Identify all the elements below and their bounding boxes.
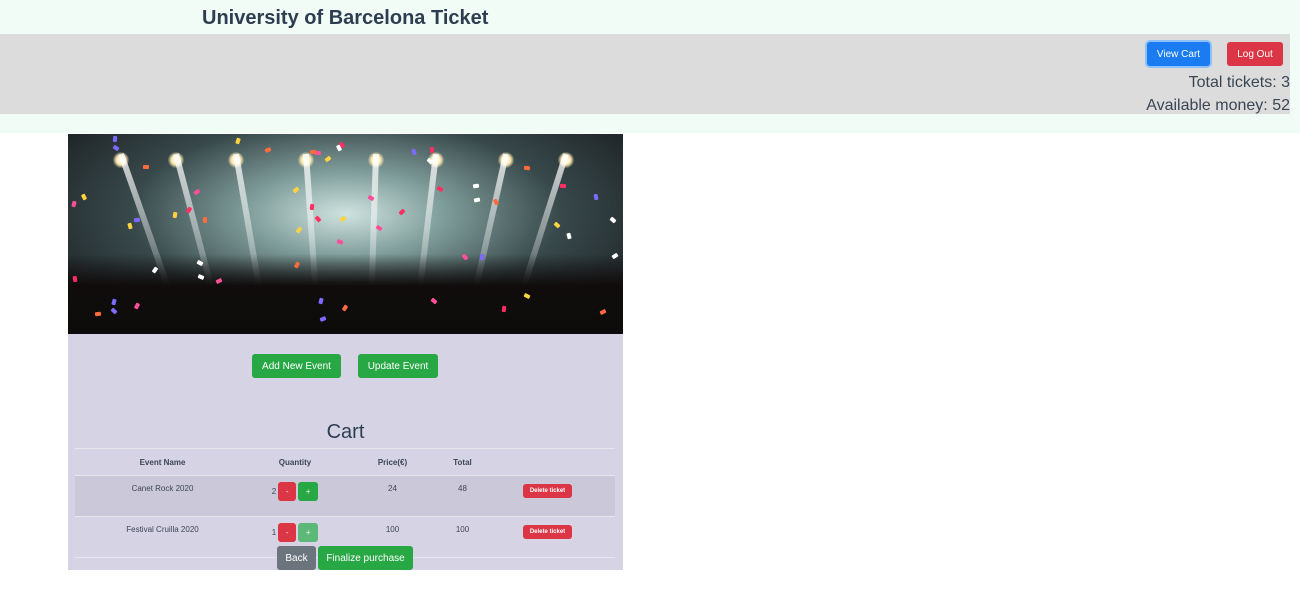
logout-button[interactable]: Log Out xyxy=(1227,42,1283,66)
update-event-button[interactable]: Update Event xyxy=(358,354,438,378)
confetti-decoration xyxy=(309,149,317,155)
confetti-decoration xyxy=(292,186,300,194)
main-panel: Add New Event Update Event Cart Event Na… xyxy=(68,134,623,570)
decrease-quantity-button[interactable]: - xyxy=(278,523,297,542)
col-actions xyxy=(480,448,615,476)
available-money: Available money: 52 xyxy=(1146,97,1290,115)
total-cell: 100 xyxy=(445,516,480,558)
confetti-decoration xyxy=(112,135,118,143)
confetti-decoration xyxy=(202,216,208,224)
available-money-label: Available money: xyxy=(1146,97,1268,114)
app-title: University of Barcelona Ticket xyxy=(202,7,489,29)
delete-ticket-button[interactable]: Delete ticket xyxy=(523,484,572,498)
quantity-value: 1 xyxy=(271,528,277,537)
confetti-decoration xyxy=(593,193,599,201)
confetti-decoration xyxy=(336,239,344,245)
decrease-quantity-button[interactable]: - xyxy=(278,482,297,501)
confetti-decoration xyxy=(566,232,572,240)
confetti-decoration xyxy=(553,221,561,229)
confetti-decoration xyxy=(193,188,201,196)
crowd-silhouette xyxy=(68,254,623,334)
available-money-value: 52 xyxy=(1272,97,1290,114)
cart-table: Event Name Quantity Price(€) Total Canet… xyxy=(75,448,615,558)
confetti-decoration xyxy=(72,275,78,283)
confetti-decoration xyxy=(94,311,102,317)
confetti-decoration xyxy=(411,148,417,156)
col-total: Total xyxy=(445,448,480,476)
increase-quantity-button[interactable]: + xyxy=(298,523,319,542)
confetti-decoration xyxy=(112,144,120,152)
confetti-decoration xyxy=(309,203,315,211)
confetti-decoration xyxy=(559,183,567,189)
quantity-value: 2 xyxy=(271,487,277,496)
table-row: Canet Rock 2020 2 - + 24 48 Delete ticke… xyxy=(75,475,615,517)
confetti-decoration xyxy=(172,211,178,219)
confetti-decoration xyxy=(71,200,77,208)
confetti-decoration xyxy=(235,137,241,145)
increase-quantity-button[interactable]: + xyxy=(298,482,319,501)
confetti-decoration xyxy=(264,147,272,153)
back-button[interactable]: Back xyxy=(277,546,316,570)
confetti-decoration xyxy=(609,216,617,224)
total-tickets-label: Total tickets: xyxy=(1188,74,1277,91)
total-cell: 48 xyxy=(445,475,480,517)
actions-cell: Delete ticket xyxy=(480,475,615,517)
confetti-decoration xyxy=(429,146,435,154)
confetti-decoration xyxy=(339,215,347,223)
confetti-decoration xyxy=(398,208,406,216)
cart-title: Cart xyxy=(326,421,365,443)
quantity-stepper: 1 - + xyxy=(271,523,319,542)
confetti-decoration xyxy=(127,222,133,230)
delete-ticket-button[interactable]: Delete ticket xyxy=(523,525,572,539)
total-tickets: Total tickets: 3 xyxy=(1189,74,1290,92)
price-cell: 24 xyxy=(340,475,445,517)
quantity-cell: 2 - + xyxy=(250,475,340,517)
col-quantity: Quantity xyxy=(250,448,340,476)
confetti-decoration xyxy=(314,215,322,223)
confetti-decoration xyxy=(472,183,480,189)
finalize-purchase-button[interactable]: Finalize purchase xyxy=(318,546,413,570)
confetti-decoration xyxy=(295,226,303,234)
confetti-decoration xyxy=(436,185,444,193)
view-cart-button[interactable]: View Cart xyxy=(1147,42,1210,66)
confetti-decoration xyxy=(501,305,507,313)
confetti-decoration xyxy=(324,155,332,163)
col-event-name: Event Name xyxy=(75,448,250,476)
total-tickets-value: 3 xyxy=(1281,74,1290,91)
concert-hero-image xyxy=(68,134,623,334)
confetti-decoration xyxy=(473,197,481,203)
col-price: Price(€) xyxy=(340,448,445,476)
confetti-decoration xyxy=(80,193,88,201)
confetti-decoration xyxy=(143,165,149,169)
cart-header-row: Event Name Quantity Price(€) Total xyxy=(75,448,615,476)
confetti-decoration xyxy=(133,217,141,223)
confetti-decoration xyxy=(523,165,531,171)
add-new-event-button[interactable]: Add New Event xyxy=(252,354,341,378)
header-bar: View Cart Log Out Total tickets: 3 Avail… xyxy=(0,34,1290,114)
event-name-cell: Festival Cruilla 2020 xyxy=(75,516,250,558)
actions-cell: Delete ticket xyxy=(480,516,615,558)
event-name-cell: Canet Rock 2020 xyxy=(75,475,250,517)
quantity-stepper: 2 - + xyxy=(271,482,319,501)
